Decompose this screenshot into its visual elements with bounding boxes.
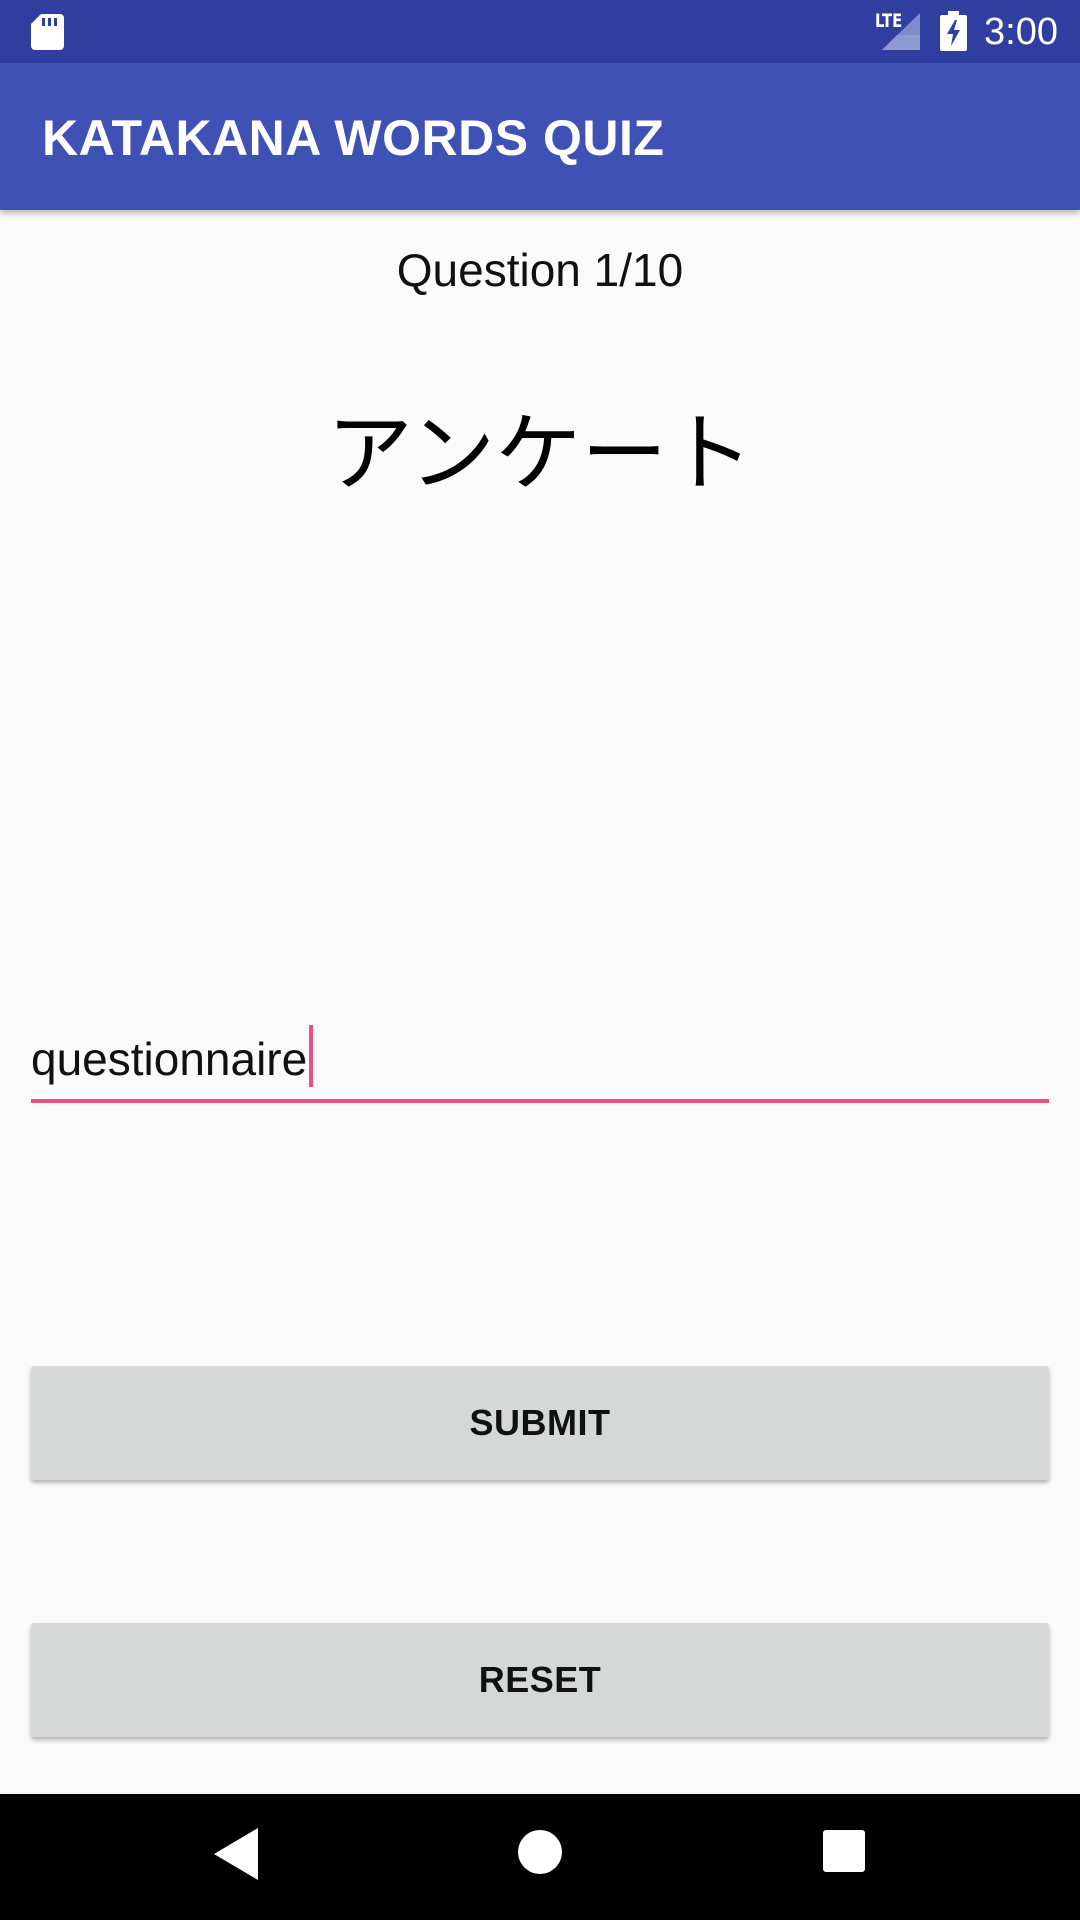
battery-charging-icon	[940, 11, 967, 51]
status-bar: LTE 3:00	[0, 0, 1080, 63]
reset-button[interactable]: RESET	[31, 1623, 1049, 1737]
app-bar: KATAKANA WORDS QUIZ	[0, 63, 1080, 210]
answer-input-underline	[31, 1099, 1049, 1103]
answer-input-wrapper[interactable]: questionnaire	[31, 1025, 314, 1087]
app-title: KATAKANA WORDS QUIZ	[42, 110, 665, 166]
answer-input[interactable]: questionnaire	[31, 1015, 1049, 1103]
navigation-bar	[0, 1794, 1080, 1920]
text-cursor	[309, 1025, 314, 1087]
signal-icon	[882, 13, 920, 50]
status-clock: 3:00	[984, 11, 1058, 53]
answer-input-value[interactable]: questionnaire	[31, 1033, 307, 1085]
recents-icon[interactable]	[823, 1830, 865, 1872]
katakana-word: アンケート	[326, 404, 754, 504]
back-icon[interactable]	[214, 1828, 258, 1880]
question-counter: Question 1/10	[396, 244, 684, 296]
home-icon[interactable]	[518, 1830, 562, 1874]
sd-card-icon	[31, 14, 64, 50]
submit-button[interactable]: SUBMIT	[31, 1366, 1049, 1480]
